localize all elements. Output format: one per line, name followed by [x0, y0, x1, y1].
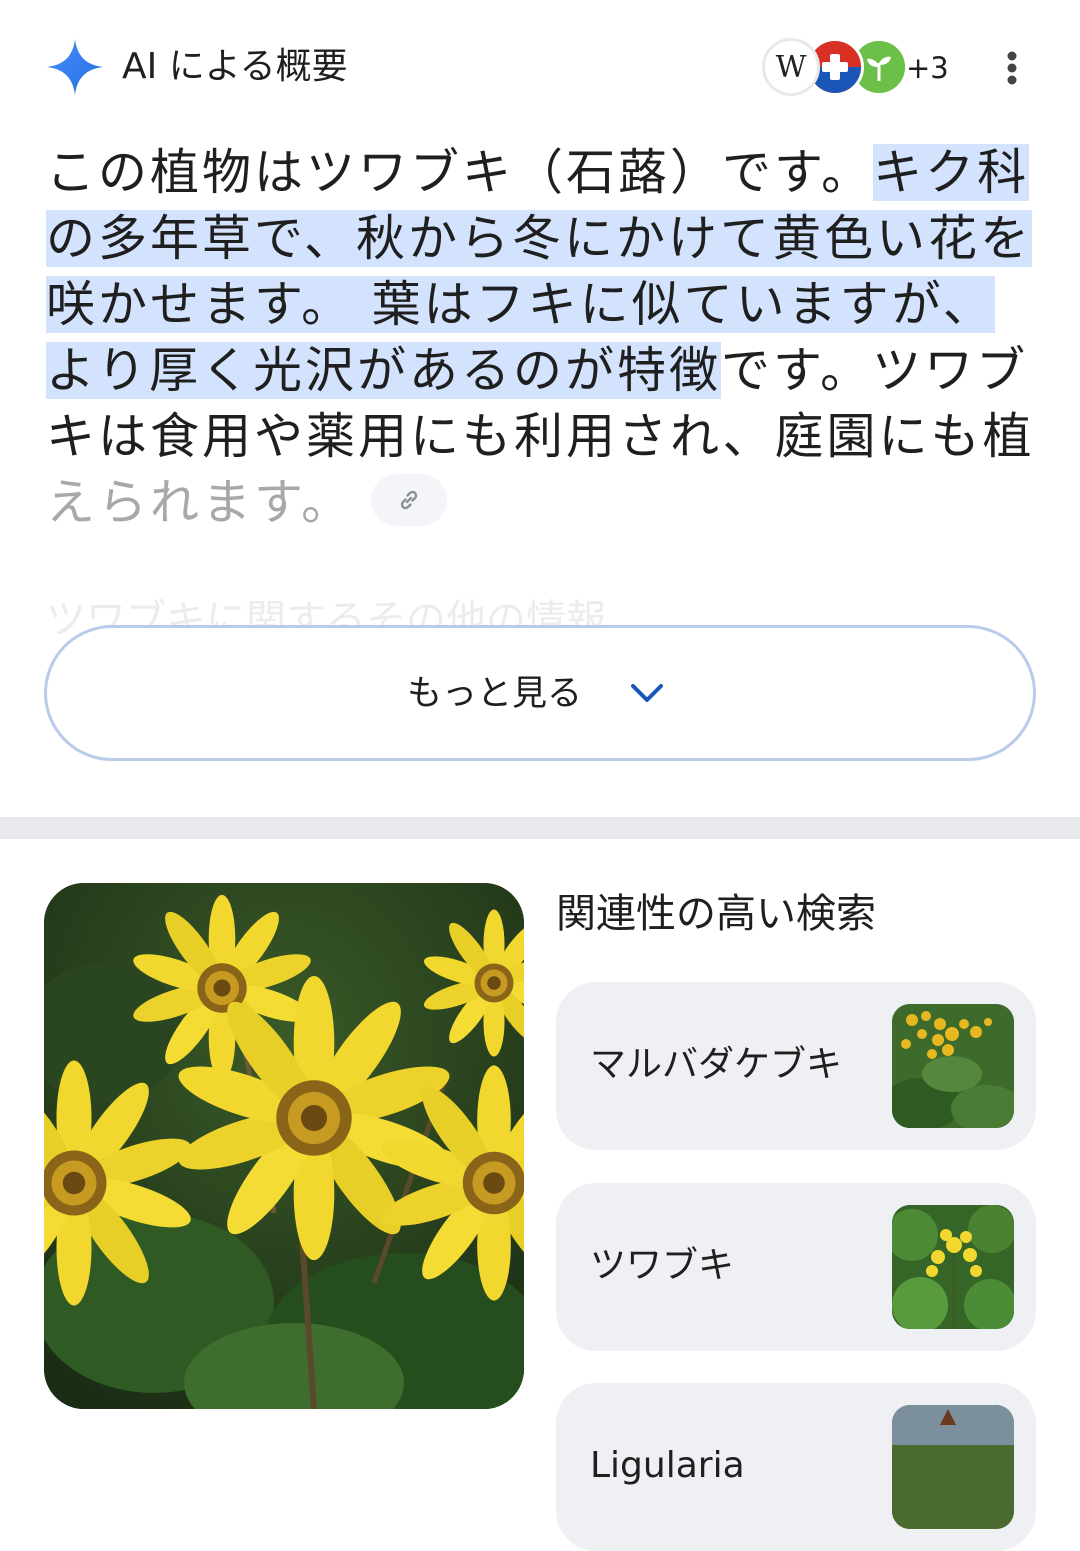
overview-text-plain: えられます。: [46, 474, 354, 531]
ai-overview-text: この植物はツワブキ（石蕗）です。キク科 の多年草で、秋から冬にかけて黄色い花を …: [46, 140, 1036, 536]
ai-overview-title: AI による概要: [122, 46, 348, 87]
overview-text-highlight: の多年草で、秋から冬にかけて黄色い花を: [46, 210, 1033, 267]
related-search-label: ツワブキ: [590, 1245, 735, 1286]
related-search-card[interactable]: Ligularia: [556, 1383, 1036, 1551]
related-search-thumbnail: [892, 1004, 1014, 1128]
overview-text-highlight: より厚く光沢があるのが特徴: [46, 342, 722, 399]
overview-line: の多年草で、秋から冬にかけて黄色い花を: [46, 206, 1036, 272]
overview-text-plain: キは食用や薬用にも利用され、庭園にも植: [46, 408, 1035, 465]
related-search-thumbnail: [892, 1205, 1014, 1329]
related-search-thumbnail: [892, 1405, 1014, 1529]
overview-text-highlight: 咲かせます。 葉はフキに似ていますが、: [46, 276, 995, 333]
related-searches-title: 関連性の高い検索: [556, 891, 876, 937]
chevron-down-icon: [631, 684, 663, 702]
more-sources-count[interactable]: +3: [906, 46, 949, 90]
overview-line: えられます。: [46, 470, 1036, 536]
svg-text:W: W: [776, 50, 807, 85]
show-more-label: もっと見る: [407, 674, 583, 714]
overview-text-plain: です。ツワブ: [721, 342, 1029, 399]
related-search-label: Ligularia: [590, 1445, 745, 1486]
overview-line: 咲かせます。 葉はフキに似ていますが、: [46, 272, 1036, 338]
overview-line: キは食用や薬用にも利用され、庭園にも植: [46, 404, 1036, 470]
gemini-spark-icon: [47, 39, 103, 95]
more-vert-icon[interactable]: [990, 46, 1034, 90]
overview-line: この植物はツワブキ（石蕗）です。キク科: [46, 140, 1036, 206]
related-search-label: マルバダケブキ: [590, 1044, 843, 1085]
section-divider: [0, 817, 1080, 839]
overview-line: より厚く光沢があるのが特徴です。ツワブ: [46, 338, 1036, 404]
related-search-card[interactable]: ツワブキ: [556, 1183, 1036, 1351]
wikipedia-icon[interactable]: W: [762, 38, 820, 96]
citation-link-chip[interactable]: [371, 473, 448, 526]
overview-text-plain: この植物はツワブキ（石蕗）です。: [46, 144, 874, 201]
source-favicons[interactable]: W +3: [762, 38, 952, 98]
overview-text-highlight: キク科: [873, 144, 1030, 201]
plant-photo[interactable]: [44, 883, 524, 1409]
ai-overview-header: AI による概要 W +3: [44, 36, 1036, 100]
related-search-card[interactable]: マルバダケブキ: [556, 982, 1036, 1150]
link-icon: [400, 490, 418, 509]
show-more-button[interactable]: もっと見る: [44, 625, 1036, 761]
